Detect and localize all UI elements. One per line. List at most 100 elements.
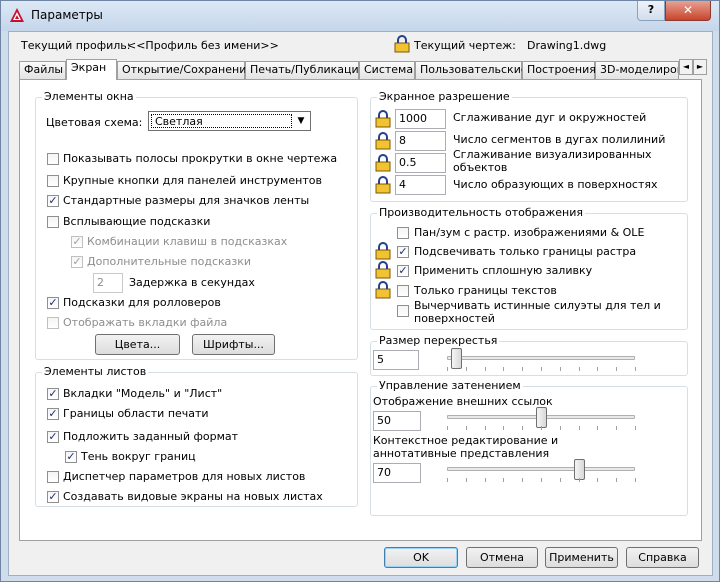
- slider-tick: [541, 478, 542, 482]
- inplace-fade-slider[interactable]: [441, 459, 641, 483]
- tooltips-checkbox[interactable]: [47, 216, 59, 228]
- slider-thumb[interactable]: [573, 459, 585, 480]
- crosshair-size-slider[interactable]: [441, 348, 641, 372]
- show-scrollbars-label: Показывать полосы прокрутки в окне черте…: [63, 152, 338, 165]
- large-buttons-checkbox[interactable]: [47, 175, 59, 187]
- tab-scroll-left-icon[interactable]: ◄: [679, 59, 693, 75]
- slider-tick: [522, 426, 524, 430]
- crosshair-size-field[interactable]: 5: [373, 350, 419, 370]
- tab-files[interactable]: Файлы: [19, 61, 66, 79]
- slider-tick: [578, 478, 580, 482]
- tab-open-save[interactable]: Открытие/Сохранение: [117, 61, 253, 79]
- slider-tick: [465, 426, 467, 430]
- drawing-saved-setting-icon: [375, 261, 391, 279]
- slider-thumb[interactable]: [536, 407, 547, 428]
- slider-thumb[interactable]: [451, 348, 463, 369]
- slider-tick: [484, 426, 486, 430]
- display-performance-group: Производительность отображения Пан/зум с…: [370, 206, 688, 330]
- xref-fade-field[interactable]: 50: [373, 411, 421, 431]
- slider-tick: [447, 426, 448, 430]
- color-scheme-select[interactable]: Светлая ▼: [148, 111, 311, 131]
- contour-lines-label: Число образующих в поверхностях: [453, 178, 658, 191]
- solid-fill-checkbox[interactable]: ✓: [397, 265, 409, 277]
- xref-fade-slider[interactable]: [441, 407, 641, 431]
- layout-elements-title: Элементы листов: [42, 365, 149, 378]
- tab-scroll-right-icon[interactable]: ►: [693, 59, 707, 75]
- rollover-tooltips-checkbox[interactable]: ✓: [47, 297, 59, 309]
- slider-tick: [447, 367, 448, 371]
- model-layout-tabs-label: Вкладки "Модель" и "Лист": [63, 387, 223, 400]
- slider-tick: [559, 478, 561, 482]
- create-viewports-checkbox[interactable]: ✓: [47, 491, 59, 503]
- cancel-button[interactable]: Отмена: [466, 547, 538, 568]
- crosshair-size-group: Размер перекрестья 5: [370, 334, 688, 376]
- highlight-raster-frame-checkbox[interactable]: ✓: [397, 246, 409, 258]
- tab-plot-publish[interactable]: Печать/Публикация: [245, 61, 365, 79]
- current-drawing-value: Drawing1.dwg: [527, 39, 607, 52]
- printable-area-label: Границы области печати: [63, 407, 209, 420]
- tab-system[interactable]: Система: [359, 61, 415, 79]
- file-tabs-checkbox[interactable]: [47, 317, 59, 329]
- help-button[interactable]: Справка: [626, 547, 699, 568]
- slider-tick: [597, 367, 599, 371]
- rendered-smoothness-field[interactable]: 0.5: [395, 153, 446, 173]
- page-setup-manager-checkbox[interactable]: [47, 471, 59, 483]
- ok-button[interactable]: OK: [384, 547, 458, 568]
- slider-tick: [503, 426, 505, 430]
- printable-area-checkbox[interactable]: ✓: [47, 408, 59, 420]
- paper-background-checkbox[interactable]: ✓: [47, 431, 59, 443]
- paper-shadow-label: Тень вокруг границ: [81, 450, 196, 463]
- options-dialog: Параметры ? ✕ Текущий профиль: <<Профиль…: [0, 0, 720, 582]
- fade-control-title: Управление затенением: [377, 379, 523, 392]
- tab-display[interactable]: Экран: [66, 59, 117, 80]
- tab-3d-modeling[interactable]: 3D-моделирова: [595, 61, 679, 79]
- rollover-tooltips-label: Подсказки для ролловеров: [63, 296, 221, 309]
- polyline-segments-field[interactable]: 8: [395, 131, 446, 151]
- extended-tooltips-checkbox[interactable]: ✓: [71, 256, 83, 268]
- inplace-fade-label: Контекстное редактирование и аннотативны…: [373, 434, 559, 460]
- drawing-file-icon: [394, 35, 410, 53]
- drawing-saved-setting-icon: [375, 176, 391, 194]
- slider-tick: [447, 478, 448, 482]
- slider-tick: [484, 367, 486, 371]
- solid-fill-label: Применить сплошную заливку: [414, 264, 593, 277]
- drawing-saved-setting-icon: [375, 242, 391, 260]
- tab-drafting[interactable]: Построения: [522, 61, 596, 79]
- tooltips-label: Всплывающие подсказки: [63, 215, 211, 228]
- display-resolution-title: Экранное разрешение: [377, 90, 512, 103]
- colors-button[interactable]: Цвета...: [95, 334, 180, 355]
- slider-tick: [616, 426, 618, 430]
- slider-tick: [503, 367, 505, 371]
- slider-track: [447, 356, 635, 360]
- slider-tick: [559, 367, 561, 371]
- pan-zoom-raster-checkbox[interactable]: [397, 227, 409, 239]
- text-boundary-checkbox[interactable]: [397, 285, 409, 297]
- paper-background-label: Подложить заданный формат: [63, 430, 239, 443]
- pan-zoom-raster-label: Пан/зум с растр. изображениями & OLE: [414, 226, 645, 239]
- slider-tick: [578, 367, 580, 371]
- tab-user-preferences[interactable]: Пользовательские: [415, 61, 528, 79]
- true-silhouettes-checkbox[interactable]: [397, 305, 409, 317]
- close-window-button[interactable]: ✕: [665, 1, 711, 21]
- window-elements-title: Элементы окна: [42, 90, 136, 103]
- show-scrollbars-checkbox[interactable]: [47, 153, 59, 165]
- slider-tick: [635, 426, 636, 430]
- display-tab-panel: Элементы окна Цветовая схема: Светлая ▼ …: [19, 79, 702, 541]
- rendered-smoothness-label: Сглаживание визуализированных объектов: [453, 148, 652, 174]
- apply-button[interactable]: Применить: [545, 547, 618, 568]
- standard-ribbon-icons-checkbox[interactable]: ✓: [47, 195, 59, 207]
- slider-tick: [465, 367, 467, 371]
- title-bar[interactable]: Параметры ? ✕: [1, 1, 719, 31]
- shortcut-keys-checkbox[interactable]: ✓: [71, 236, 83, 248]
- arc-smoothness-field[interactable]: 1000: [395, 109, 446, 129]
- current-profile-label: Текущий профиль:: [21, 39, 131, 52]
- inplace-fade-field[interactable]: 70: [373, 463, 421, 483]
- highlight-raster-frame-label: Подсвечивать только границы растра: [414, 245, 637, 258]
- tooltip-delay-field[interactable]: 2: [93, 273, 123, 293]
- model-layout-tabs-checkbox[interactable]: ✓: [47, 388, 59, 400]
- contour-lines-field[interactable]: 4: [395, 175, 446, 195]
- fonts-button[interactable]: Шрифты...: [192, 334, 275, 355]
- help-window-button[interactable]: ?: [637, 1, 665, 21]
- slider-tick: [635, 478, 636, 482]
- paper-shadow-checkbox[interactable]: ✓: [65, 451, 77, 463]
